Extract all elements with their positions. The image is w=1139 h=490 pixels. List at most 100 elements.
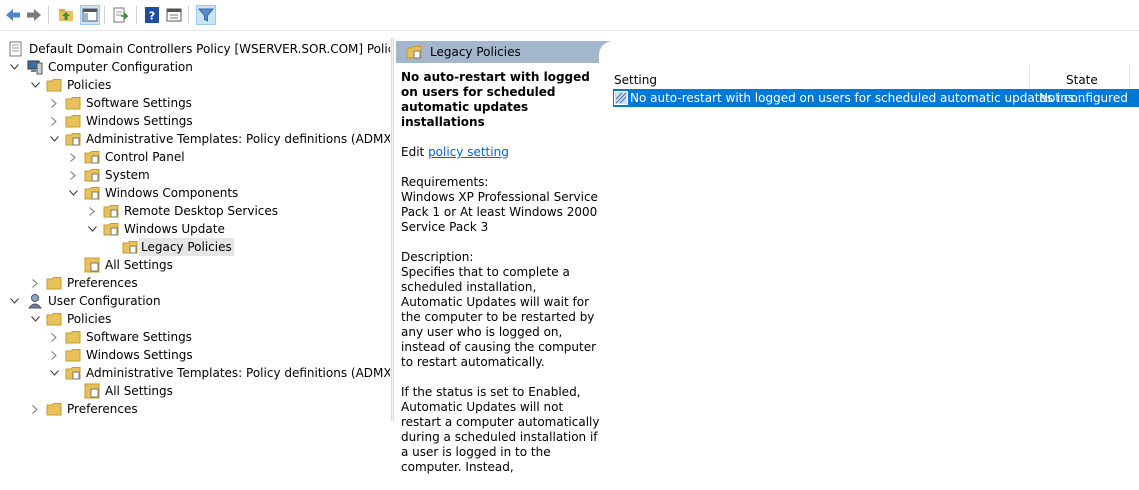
tree-item-windows-components[interactable]: Windows Components bbox=[0, 184, 390, 202]
tree-item-uc-all-settings[interactable]: All Settings bbox=[0, 382, 390, 400]
tree-label: Remote Desktop Services bbox=[124, 204, 279, 218]
column-divider[interactable] bbox=[1129, 65, 1130, 89]
tree-label: All Settings bbox=[105, 258, 173, 272]
chevron-down-icon[interactable] bbox=[48, 130, 60, 148]
column-header-setting[interactable]: Setting bbox=[614, 69, 657, 91]
chevron-right-icon[interactable] bbox=[67, 166, 79, 184]
tree-item-computer-configuration[interactable]: Computer Configuration bbox=[0, 58, 390, 76]
tree-item-cc-software-settings[interactable]: Software Settings bbox=[0, 94, 390, 112]
tree-item-cc-administrative-templates[interactable]: Administrative Templates: Policy definit… bbox=[0, 130, 390, 148]
tree-item-cc-preferences[interactable]: Preferences bbox=[0, 274, 390, 292]
toolbar: ? bbox=[0, 0, 1139, 31]
policy-folder-icon bbox=[103, 223, 119, 236]
tree-item-user-configuration[interactable]: User Configuration bbox=[0, 292, 390, 310]
tree-item-uc-preferences[interactable]: Preferences bbox=[0, 400, 390, 418]
policy-folder-icon bbox=[406, 46, 422, 59]
policy-title: No auto-restart with logged on users for… bbox=[401, 70, 590, 129]
tree-item-uc-administrative-templates[interactable]: Administrative Templates: Policy definit… bbox=[0, 364, 390, 382]
forward-icon bbox=[27, 9, 41, 21]
edit-line: Edit policy setting bbox=[401, 145, 601, 160]
forward-button[interactable] bbox=[24, 5, 44, 25]
folder-icon bbox=[46, 277, 62, 290]
up-one-level-button[interactable] bbox=[56, 5, 76, 25]
tree-label: Windows Settings bbox=[86, 114, 193, 128]
tree-label: Preferences bbox=[67, 402, 138, 416]
chevron-right-icon[interactable] bbox=[29, 274, 41, 292]
chevron-right-icon[interactable] bbox=[48, 94, 60, 112]
chevron-right-icon[interactable] bbox=[86, 202, 98, 220]
user-icon bbox=[27, 294, 43, 309]
back-button[interactable] bbox=[3, 5, 23, 25]
tree-label: Software Settings bbox=[86, 96, 192, 110]
chevron-down-icon[interactable] bbox=[29, 310, 41, 328]
tree-item-remote-desktop-services[interactable]: Remote Desktop Services bbox=[0, 202, 390, 220]
details-title: Legacy Policies bbox=[430, 45, 521, 59]
chevron-right-icon[interactable] bbox=[29, 400, 41, 418]
edit-prefix: Edit bbox=[401, 145, 429, 159]
console-tree: Default Domain Controllers Policy [WSERV… bbox=[0, 38, 390, 421]
tree-label: Control Panel bbox=[105, 150, 185, 164]
policy-folder-icon bbox=[65, 133, 81, 146]
chevron-down-icon[interactable] bbox=[29, 76, 41, 94]
requirements-text: Requirements: Windows XP Professional Se… bbox=[401, 175, 598, 234]
help-button[interactable]: ? bbox=[142, 5, 162, 25]
help-icon: ? bbox=[145, 7, 159, 23]
tree-label: Administrative Templates: Policy definit… bbox=[86, 132, 390, 146]
tree-item-uc-windows-settings[interactable]: Windows Settings bbox=[0, 346, 390, 364]
export-list-button[interactable] bbox=[110, 5, 130, 25]
tree-label: Software Settings bbox=[86, 330, 192, 344]
policy-folder-icon bbox=[122, 241, 138, 254]
show-hide-tree-icon bbox=[82, 8, 98, 22]
chevron-down-icon[interactable] bbox=[8, 292, 20, 310]
computer-icon bbox=[27, 60, 43, 75]
up-folder-icon bbox=[59, 9, 73, 21]
properties-button[interactable] bbox=[164, 5, 184, 25]
chevron-down-icon[interactable] bbox=[67, 184, 79, 202]
filter-options-button[interactable] bbox=[196, 5, 216, 25]
show-hide-console-tree-button[interactable] bbox=[80, 5, 100, 25]
tree-label: Policies bbox=[67, 78, 112, 92]
tree-label: Computer Configuration bbox=[48, 60, 193, 74]
chevron-down-icon[interactable] bbox=[48, 364, 60, 382]
chevron-right-icon[interactable] bbox=[48, 346, 60, 364]
tree-item-cc-all-settings[interactable]: All Settings bbox=[0, 256, 390, 274]
chevron-right-icon[interactable] bbox=[48, 112, 60, 130]
folder-icon bbox=[46, 403, 62, 416]
status-text: If the status is set to Enabled, Automat… bbox=[401, 385, 600, 474]
tree-label: Administrative Templates: Policy definit… bbox=[86, 366, 390, 380]
tree-item-uc-policies[interactable]: Policies bbox=[0, 310, 390, 328]
tree-label: Windows Update bbox=[124, 222, 225, 236]
chevron-down-icon[interactable] bbox=[86, 220, 98, 238]
tree-item-legacy-policies[interactable]: Legacy Policies bbox=[0, 238, 390, 256]
table-row[interactable]: No auto-restart with logged on users for… bbox=[613, 89, 1139, 107]
properties-icon bbox=[166, 8, 182, 22]
svg-text:?: ? bbox=[149, 10, 155, 23]
settings-list: Setting State No auto-restart with logge… bbox=[607, 63, 1139, 421]
tree-label: System bbox=[105, 168, 150, 182]
tree-item-windows-update[interactable]: Windows Update bbox=[0, 220, 390, 238]
policy-setting-link[interactable]: policy setting bbox=[428, 145, 509, 159]
tree-label: Policies bbox=[67, 312, 112, 326]
header-curve bbox=[599, 41, 1139, 63]
chevron-right-icon[interactable] bbox=[67, 148, 79, 166]
folder-icon bbox=[65, 115, 81, 128]
policy-setting-icon bbox=[614, 91, 628, 105]
folder-icon bbox=[46, 79, 62, 92]
filter-icon bbox=[198, 8, 214, 22]
column-divider[interactable] bbox=[1029, 65, 1030, 89]
pane-splitter[interactable] bbox=[391, 38, 394, 421]
tree-item-uc-software-settings[interactable]: Software Settings bbox=[0, 328, 390, 346]
chevron-down-icon[interactable] bbox=[8, 58, 20, 76]
tree-item-cc-policies[interactable]: Policies bbox=[0, 76, 390, 94]
tree-item-system[interactable]: System bbox=[0, 166, 390, 184]
setting-state: Not configured bbox=[1039, 91, 1128, 105]
export-list-icon bbox=[113, 7, 128, 23]
gpo-icon bbox=[9, 41, 22, 57]
tree-item-control-panel[interactable]: Control Panel bbox=[0, 148, 390, 166]
policy-folder-icon bbox=[84, 169, 100, 182]
chevron-right-icon[interactable] bbox=[48, 328, 60, 346]
column-header-state[interactable]: State bbox=[1066, 69, 1098, 91]
policy-folder-icon bbox=[65, 367, 81, 380]
tree-item-cc-windows-settings[interactable]: Windows Settings bbox=[0, 112, 390, 130]
tree-item-root[interactable]: Default Domain Controllers Policy [WSERV… bbox=[0, 40, 390, 58]
